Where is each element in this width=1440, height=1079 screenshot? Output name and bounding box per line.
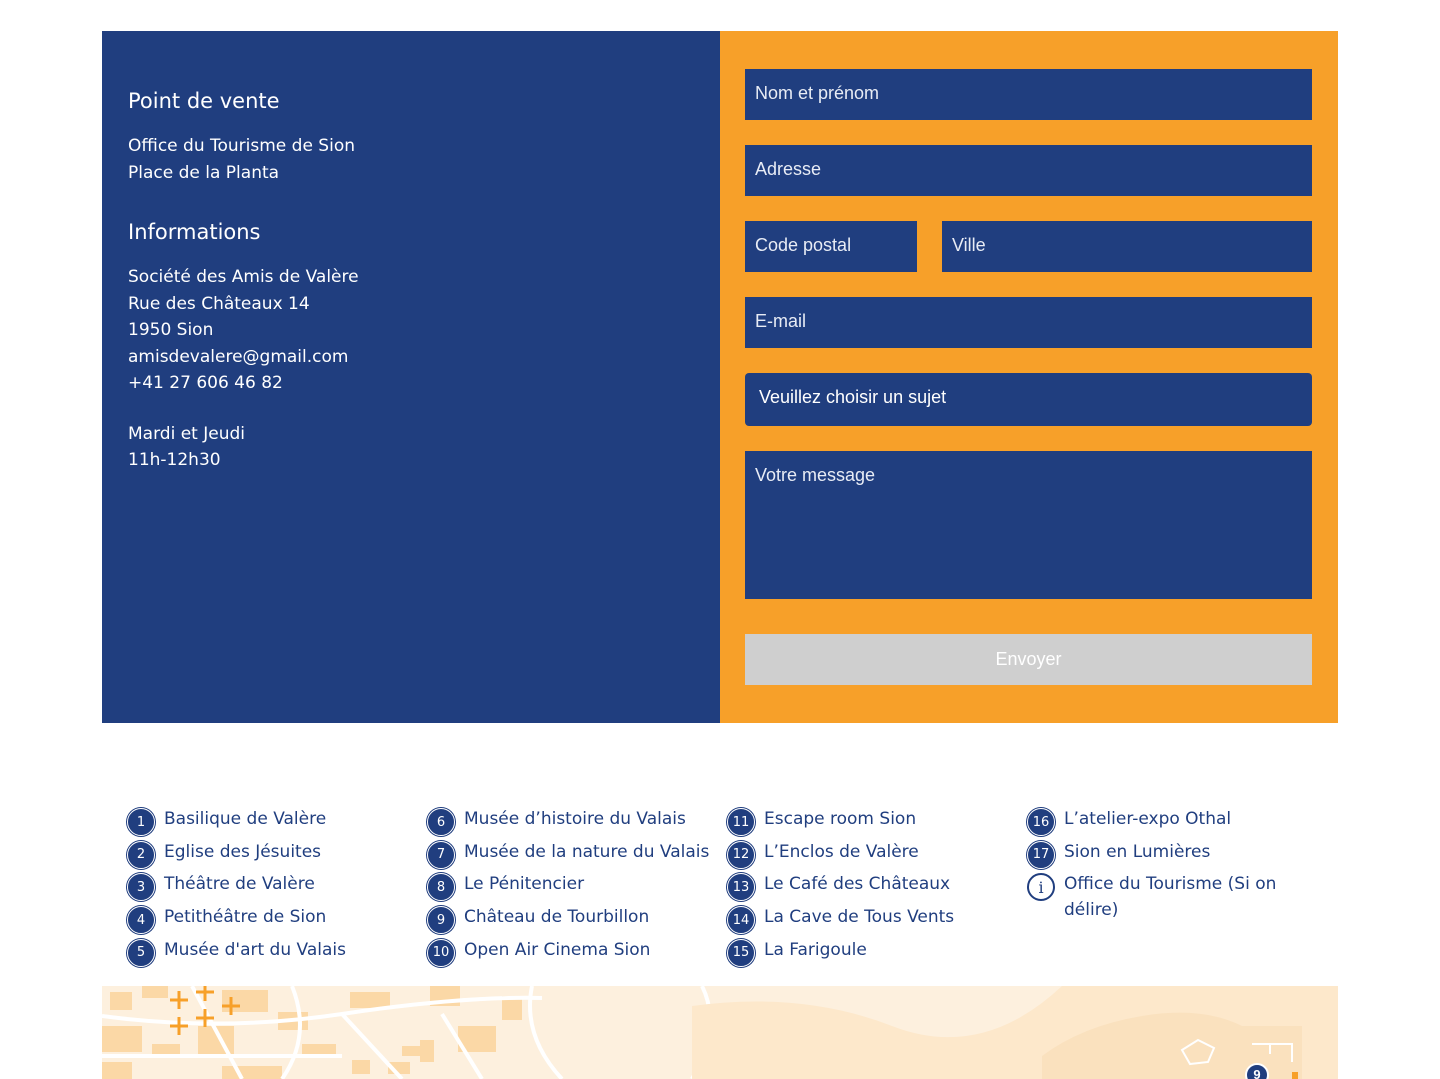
marker-number: 10 (427, 938, 455, 967)
contact-form: Nom et prénom Adresse Code postal Ville … (720, 31, 1338, 723)
contact-section: Point de vente Office du Tourisme de Sio… (102, 31, 1338, 723)
marker-number: 13 (727, 873, 755, 902)
legend-column: 11 Escape room Sion 12 L’Enclos de Valère … (727, 806, 1027, 969)
legend-label: Musée de la nature du Valais (464, 841, 710, 862)
legend-item[interactable]: 1 Basilique de Valère (127, 806, 427, 839)
hours-line: Mardi et Jeudi (128, 423, 245, 444)
sale-point-line: Place de la Planta (128, 162, 280, 183)
email-link[interactable]: amisdevalere@gmail.com (128, 344, 694, 371)
marker-number: 4 (127, 906, 155, 935)
map-graphic: 9 (102, 986, 1338, 1079)
marker-number: 5 (127, 938, 155, 967)
map-marker-label: 9 (1253, 1067, 1260, 1079)
legend-item[interactable]: 4 Petithéâtre de Sion (127, 904, 427, 937)
legend-label: La Cave de Tous Vents (764, 907, 955, 928)
map-marker-9[interactable]: 9 (1245, 1063, 1269, 1079)
legend-item[interactable]: 15 La Farigoule (727, 937, 1027, 970)
legend-item[interactable]: 16 L’atelier-expo Othal (1027, 806, 1327, 839)
zip-field[interactable]: Code postal (745, 221, 917, 272)
email-field[interactable]: E-mail (745, 297, 1312, 348)
legend-label: Sion en Lumières (1064, 841, 1211, 862)
legend-label: Le Pénitencier (464, 874, 585, 895)
legend-item[interactable]: 17 Sion en Lumières (1027, 839, 1327, 872)
hours-line: 11h-12h30 (128, 450, 221, 470)
legend-item[interactable]: 9 Château de Tourbillon (427, 904, 727, 937)
info-line: Société des Amis de Valère (128, 267, 359, 287)
legend-label: Office du Tourisme (Si on délire) (1064, 874, 1277, 921)
marker-number: 9 (427, 906, 455, 935)
marker-number: 8 (427, 873, 455, 902)
map[interactable]: 9 (102, 986, 1338, 1079)
address-field[interactable]: Adresse (745, 145, 1312, 196)
marker-number: 2 (127, 840, 155, 869)
marker-number: 14 (727, 906, 755, 935)
legend-item[interactable]: 13 Le Café des Châteaux (727, 871, 1027, 904)
map-legend: 1 Basilique de Valère 2 Eglise des Jésuite… (127, 806, 1327, 969)
marker-number: 3 (127, 873, 155, 902)
legend-item[interactable]: 11 Escape room Sion (727, 806, 1027, 839)
legend-label: Château de Tourbillon (464, 907, 650, 928)
legend-item[interactable]: 8 Le Pénitencier (427, 871, 727, 904)
marker-number: 7 (427, 840, 455, 869)
map-marker-stub (1292, 1072, 1298, 1079)
legend-item[interactable]: 3 Théâtre de Valère (127, 871, 427, 904)
marker-number: 6 (427, 808, 455, 836)
legend-item[interactable]: 10 Open Air Cinema Sion (427, 937, 727, 970)
marker-number: 11 (727, 808, 755, 836)
legend-label: Petithéâtre de Sion (164, 907, 327, 928)
legend-column: 1 Basilique de Valère 2 Eglise des Jésuite… (127, 806, 427, 969)
legend-label: Théâtre de Valère (164, 874, 315, 895)
sale-point-address: Office du Tourisme de Sion Place de la P… (128, 133, 694, 186)
info-line: 1950 Sion (128, 320, 214, 340)
message-field[interactable]: Votre message (745, 451, 1312, 599)
marker-number: 12 (727, 840, 755, 869)
legend-label: La Farigoule (764, 939, 867, 960)
legend-label: Basilique de Valère (164, 809, 327, 829)
sale-point-heading: Point de vente (128, 89, 280, 113)
legend-label: L’Enclos de Valère (764, 841, 919, 862)
legend-item[interactable]: 5 Musée d'art du Valais (127, 937, 427, 970)
city-field[interactable]: Ville (942, 221, 1312, 272)
sale-point-line: Office du Tourisme de Sion (128, 136, 356, 156)
phone-link[interactable]: +41 27 606 46 82 (128, 370, 694, 397)
marker-number: 17 (1027, 840, 1055, 869)
legend-item[interactable]: 2 Eglise des Jésuites (127, 839, 427, 872)
legend-label: Escape room Sion (764, 809, 917, 829)
legend-item[interactable]: 7 Musée de la nature du Valais (427, 839, 727, 872)
legend-item[interactable]: i Office du Tourisme (Si on délire) (1027, 871, 1327, 923)
legend-item[interactable]: 6 Musée d’histoire du Valais (427, 806, 727, 839)
marker-number: 15 (727, 938, 755, 967)
submit-button[interactable]: Envoyer (745, 634, 1312, 685)
legend-item[interactable]: 14 La Cave de Tous Vents (727, 904, 1027, 937)
marker-number: 1 (127, 808, 155, 836)
opening-hours: Mardi et Jeudi 11h-12h30 (128, 421, 694, 474)
informations-heading: Informations (128, 220, 261, 244)
zip-city-row: Code postal Ville (745, 221, 1312, 297)
legend-label: L’atelier-expo Othal (1064, 809, 1232, 829)
legend-label: Musée d’histoire du Valais (464, 809, 686, 829)
legend-item[interactable]: 12 L’Enclos de Valère (727, 839, 1027, 872)
legend-column: 16 L’atelier-expo Othal 17 Sion en Lumière… (1027, 806, 1327, 969)
informations-address: Société des Amis de Valère Rue des Châte… (128, 264, 694, 397)
info-icon: i (1027, 873, 1055, 902)
info-panel: Point de vente Office du Tourisme de Sio… (102, 31, 720, 723)
info-line: Rue des Châteaux 14 (128, 293, 310, 314)
name-field[interactable]: Nom et prénom (745, 69, 1312, 120)
subject-select[interactable]: Veuillez choisir un sujet (745, 373, 1312, 426)
legend-label: Le Café des Châteaux (764, 874, 951, 895)
legend-column: 6 Musée d’histoire du Valais 7 Musée de la… (427, 806, 727, 969)
legend-label: Open Air Cinema Sion (464, 939, 651, 960)
marker-number: 16 (1027, 808, 1055, 836)
legend-label: Eglise des Jésuites (164, 841, 322, 862)
legend-label: Musée d'art du Valais (164, 939, 346, 960)
